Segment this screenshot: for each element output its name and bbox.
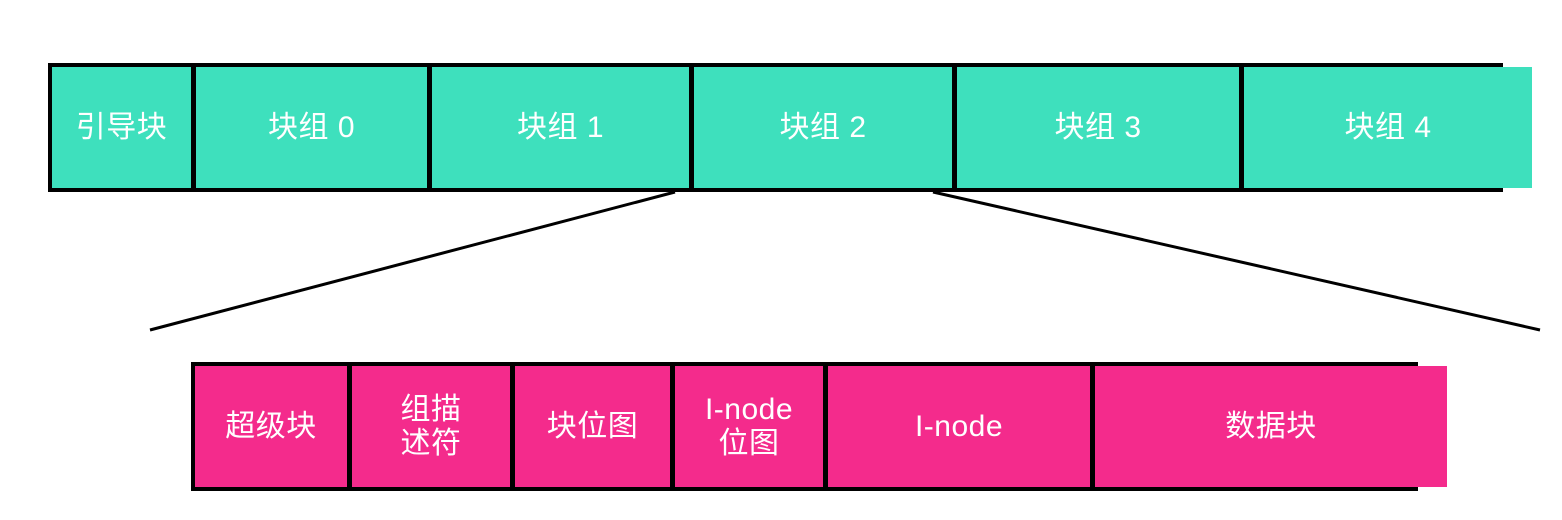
connector-line-right [932, 190, 1541, 332]
disk-cell-block-group-4: 块组 4 [1244, 67, 1532, 188]
disk-cell-block-group-1: 块组 1 [432, 67, 689, 188]
disk-cell-block-group-3: 块组 3 [957, 67, 1239, 188]
group-cell-inode-bitmap: I-node 位图 [675, 366, 823, 487]
connector-line-left [149, 190, 676, 332]
group-cell-inode-table: I-node [828, 366, 1090, 487]
diagram-canvas: 引导块 块组 0 块组 1 块组 2 块组 3 块组 4 超级块 组描 述符 块… [0, 0, 1562, 520]
group-cell-superblock: 超级块 [195, 366, 347, 487]
block-group-detail-bar: 超级块 组描 述符 块位图 I-node 位图 I-node 数据块 [191, 362, 1447, 491]
disk-cell-block-group-0: 块组 0 [196, 67, 427, 188]
group-cell-group-descriptor: 组描 述符 [352, 366, 510, 487]
group-cell-data-blocks: 数据块 [1095, 366, 1447, 487]
disk-layout-bar: 引导块 块组 0 块组 1 块组 2 块组 3 块组 4 [48, 63, 1532, 192]
disk-cell-boot-block: 引导块 [52, 67, 191, 188]
group-cell-block-bitmap: 块位图 [515, 366, 670, 487]
disk-cell-block-group-2: 块组 2 [694, 67, 952, 188]
